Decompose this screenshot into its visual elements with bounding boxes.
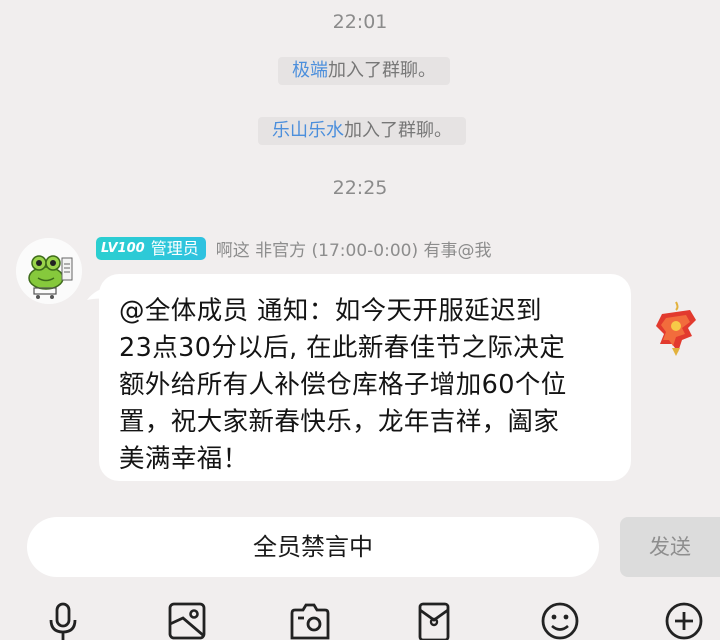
- image-icon[interactable]: [167, 600, 207, 640]
- member-name-link[interactable]: 极端: [292, 60, 328, 81]
- timestamp: 22:01: [332, 11, 388, 33]
- avatar[interactable]: [16, 238, 82, 304]
- sender-info: LV100 管理员 啊这 非官方 (17:00-0:00) 有事@我: [96, 235, 492, 261]
- timestamp: 22:25: [332, 177, 388, 199]
- message-line: 23点30分以后, 在此新春佳节之际决定: [119, 333, 566, 363]
- admin-badge: LV100 管理员: [96, 236, 206, 260]
- sender-title[interactable]: 啊这 非官方 (17:00-0:00) 有事@我: [216, 236, 492, 261]
- role-label: 管理员: [150, 238, 199, 258]
- member-name-link[interactable]: 乐山乐水: [272, 120, 344, 141]
- join-text: 加入了群聊。: [344, 120, 452, 141]
- microphone-icon[interactable]: [43, 600, 83, 640]
- send-button[interactable]: 发送: [620, 517, 720, 577]
- message-line: 额外给所有人补偿仓库格子增加60个位: [119, 370, 567, 400]
- join-text: 加入了群聊。: [328, 60, 436, 81]
- plus-icon[interactable]: [664, 600, 704, 640]
- firecracker-icon[interactable]: [652, 300, 700, 358]
- message-line: 美满幸福！: [119, 444, 249, 474]
- message-line: 置，祝大家新春快乐，龙年吉祥，阖家: [119, 407, 560, 437]
- muted-input-bar: 全员禁言中: [27, 517, 599, 577]
- system-join-notice: 乐山乐水加入了群聊。: [258, 117, 466, 145]
- level-label: LV100: [101, 240, 145, 256]
- message-bubble[interactable]: @全体成员 通知：如今天开服延迟到 23点30分以后, 在此新春佳节之际决定 额…: [99, 274, 631, 481]
- red-packet-icon[interactable]: [414, 600, 454, 640]
- camera-icon[interactable]: [290, 600, 330, 640]
- message-line: @全体成员 通知：如今天开服延迟到: [119, 296, 542, 326]
- emoji-icon[interactable]: [540, 600, 580, 640]
- system-join-notice: 极端加入了群聊。: [278, 57, 450, 85]
